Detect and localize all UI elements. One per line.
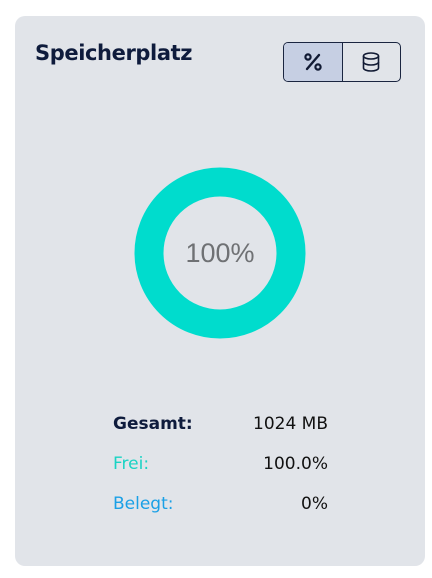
storage-stats: Gesamt: 1024 MB Frei: 100.0% Belegt: 0%: [113, 404, 328, 524]
stat-row-used: Belegt: 0%: [113, 484, 328, 524]
stat-row-total: Gesamt: 1024 MB: [113, 404, 328, 444]
percent-view-button[interactable]: [284, 43, 342, 81]
percent-icon: [302, 51, 324, 73]
database-icon: [361, 51, 381, 73]
storage-card: Speicherplatz 100% Gesamt: 1024 MB Frei:…: [15, 16, 425, 566]
view-toggle-group: [283, 42, 401, 82]
total-value: 1024 MB: [253, 414, 328, 434]
stat-row-free: Frei: 100.0%: [113, 444, 328, 484]
absolute-view-button[interactable]: [341, 43, 401, 81]
total-label: Gesamt:: [113, 414, 193, 434]
free-label: Frei:: [113, 454, 150, 474]
free-value: 100.0%: [263, 454, 328, 474]
card-title: Speicherplatz: [35, 41, 193, 65]
used-value: 0%: [301, 494, 328, 514]
donut-percent-label: 100%: [185, 237, 255, 268]
storage-donut-chart: 100%: [130, 163, 310, 343]
used-label: Belegt:: [113, 494, 174, 514]
